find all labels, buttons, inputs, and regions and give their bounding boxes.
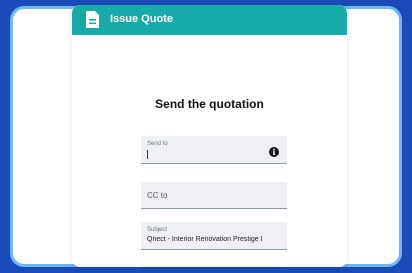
- subject-value: Qnect - Interior Renovation Prestige I: [147, 236, 263, 243]
- dialog-title: Issue Quote: [110, 13, 173, 25]
- issue-quote-dialog: Issue Quote Send the quotation Send to i…: [72, 5, 347, 267]
- form-title: Send the quotation: [155, 97, 264, 111]
- subject-label: Subject: [147, 227, 168, 233]
- text-cursor: [147, 150, 148, 159]
- cc-field[interactable]: CC to: [141, 182, 287, 209]
- send-to-field[interactable]: Send to i: [141, 136, 287, 164]
- next-field[interactable]: [141, 266, 287, 267]
- subject-field[interactable]: Subject Qnect - Interior Renovation Pres…: [141, 222, 287, 250]
- send-to-label: Send to: [147, 141, 168, 147]
- dialog-header: Issue Quote: [72, 5, 347, 35]
- document-icon: [86, 11, 99, 28]
- info-icon[interactable]: i: [269, 147, 279, 157]
- cc-placeholder: CC to: [147, 191, 168, 200]
